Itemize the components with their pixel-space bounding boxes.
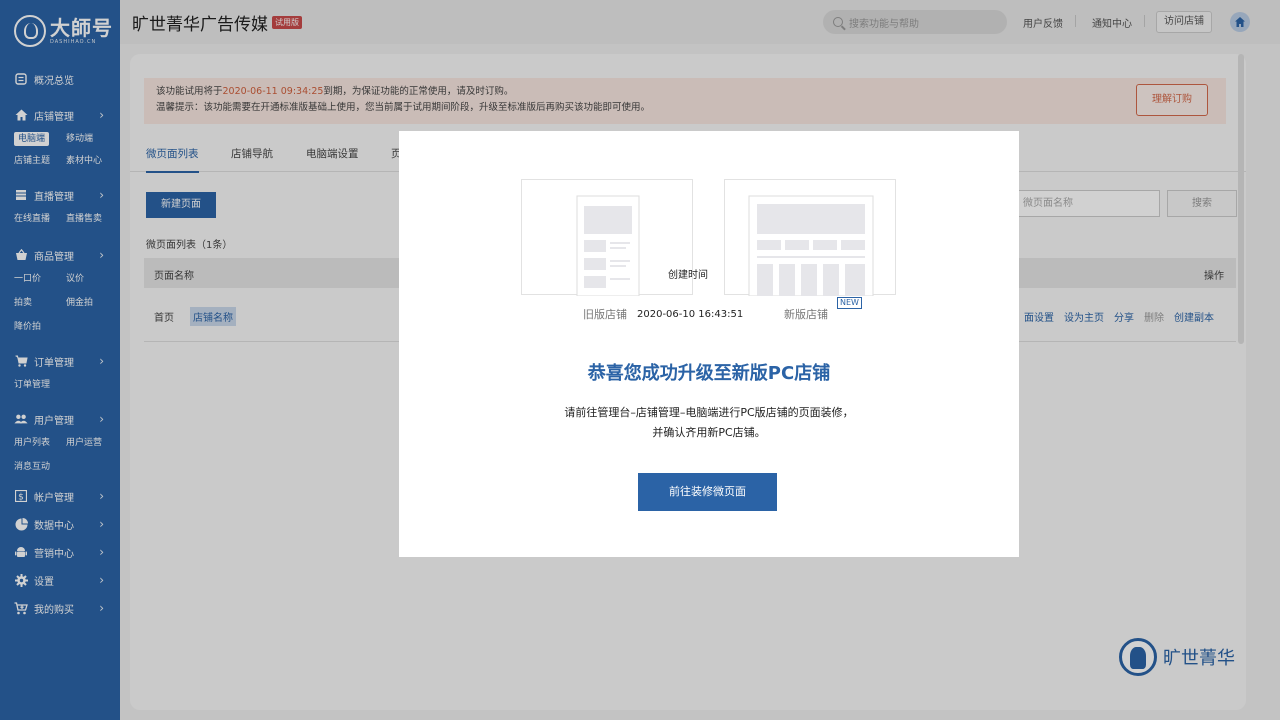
old-store-caption: 旧版店铺 <box>583 308 627 321</box>
new-store-caption: 新版店铺 <box>784 308 828 321</box>
upgrade-modal: 旧版店铺 新版店铺 NEW 恭喜您成功升级至新版PC店铺 请前往管理台–店铺管理… <box>399 131 1019 557</box>
created-date: 2020-06-10 16:43:51 <box>637 309 744 320</box>
header-created-time: 创建时间 <box>668 270 708 281</box>
new-store-preview <box>724 179 896 297</box>
new-badge: NEW <box>837 297 862 309</box>
go-decorate-button[interactable]: 前往装修微页面 <box>638 473 777 511</box>
modal-title: 恭喜您成功升级至新版PC店铺 <box>587 363 831 384</box>
modal-description: 请前往管理台–店铺管理–电脑端进行PC版店铺的页面装修， 并确认齐用新PC店铺。 <box>564 406 854 439</box>
new-layout-illustration <box>748 195 874 297</box>
